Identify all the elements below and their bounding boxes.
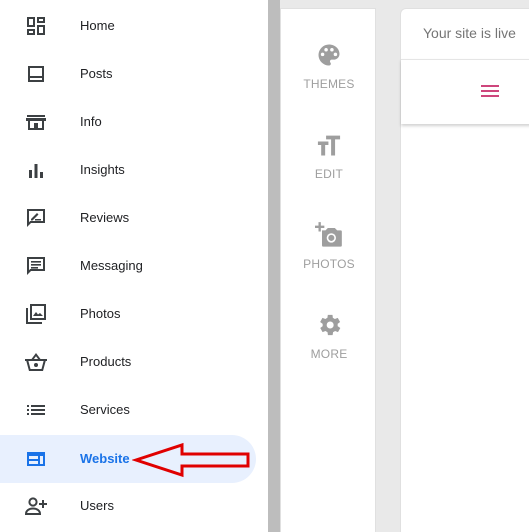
sidebar-item-label: Insights — [80, 162, 125, 177]
sidebar-item-services[interactable]: Services — [0, 386, 256, 434]
sidebar-item-label: Services — [80, 402, 130, 417]
red-arrow-annotation — [132, 442, 250, 478]
sidebar-item-photos[interactable]: Photos — [0, 290, 256, 338]
sidebar-item-label: Posts — [80, 66, 113, 81]
sidebar-item-label: Products — [80, 354, 132, 369]
photo-library-icon — [24, 302, 48, 326]
sidebar-item-home[interactable]: Home — [0, 2, 256, 50]
edit-button[interactable]: EDIT — [281, 131, 377, 221]
sidebar-item-label: Reviews — [80, 210, 130, 225]
sidebar-item-messaging[interactable]: Messaging — [0, 242, 256, 290]
gear-icon — [315, 311, 343, 339]
rate-review-icon — [24, 206, 48, 230]
palette-icon — [315, 41, 343, 69]
web-icon — [24, 447, 48, 471]
posts-icon — [24, 62, 48, 86]
storefront-icon — [24, 110, 48, 134]
tool-label: PHOTOS — [303, 257, 355, 271]
site-status-text: Your site is live — [423, 25, 516, 41]
sidebar-item-reviews[interactable]: Reviews — [0, 194, 256, 242]
sidebar-item-users[interactable]: Users — [0, 482, 256, 530]
dashboard-icon — [24, 14, 48, 38]
sidebar-item-label: Home — [80, 18, 115, 33]
tool-label: THEMES — [303, 77, 355, 91]
sidebar-item-posts[interactable]: Posts — [0, 50, 256, 98]
sidebar-item-label: Info — [80, 114, 102, 129]
message-icon — [24, 254, 48, 278]
panel-divider — [268, 0, 280, 532]
themes-button[interactable]: THEMES — [281, 41, 377, 131]
add-photo-icon — [315, 221, 343, 249]
sidebar-item-insights[interactable]: Insights — [0, 146, 256, 194]
hamburger-menu-icon[interactable] — [481, 82, 501, 98]
sidebar-item-label: Messaging — [80, 258, 143, 273]
basket-icon — [24, 350, 48, 374]
sidebar-nav: Home Posts Info Insights Reviews Messagi… — [0, 0, 268, 532]
sidebar-item-label: Website — [80, 451, 130, 466]
text-format-icon — [315, 131, 343, 159]
tool-label: EDIT — [314, 167, 344, 181]
add-user-icon — [24, 494, 48, 518]
photos-button[interactable]: PHOTOS — [281, 221, 377, 311]
more-button[interactable]: MORE — [281, 311, 377, 401]
tool-label: MORE — [310, 347, 348, 361]
preview-header — [401, 59, 529, 124]
list-icon — [24, 398, 48, 422]
sidebar-item-label: Photos — [80, 306, 121, 321]
editor-tool-panel: THEMES EDIT PHOTOS MORE — [280, 8, 376, 532]
bar-chart-icon — [24, 158, 48, 182]
sidebar-item-products[interactable]: Products — [0, 338, 256, 386]
sidebar-item-label: Users — [80, 498, 114, 513]
site-preview: Your site is live — [400, 8, 529, 532]
sidebar-item-info[interactable]: Info — [0, 98, 256, 146]
